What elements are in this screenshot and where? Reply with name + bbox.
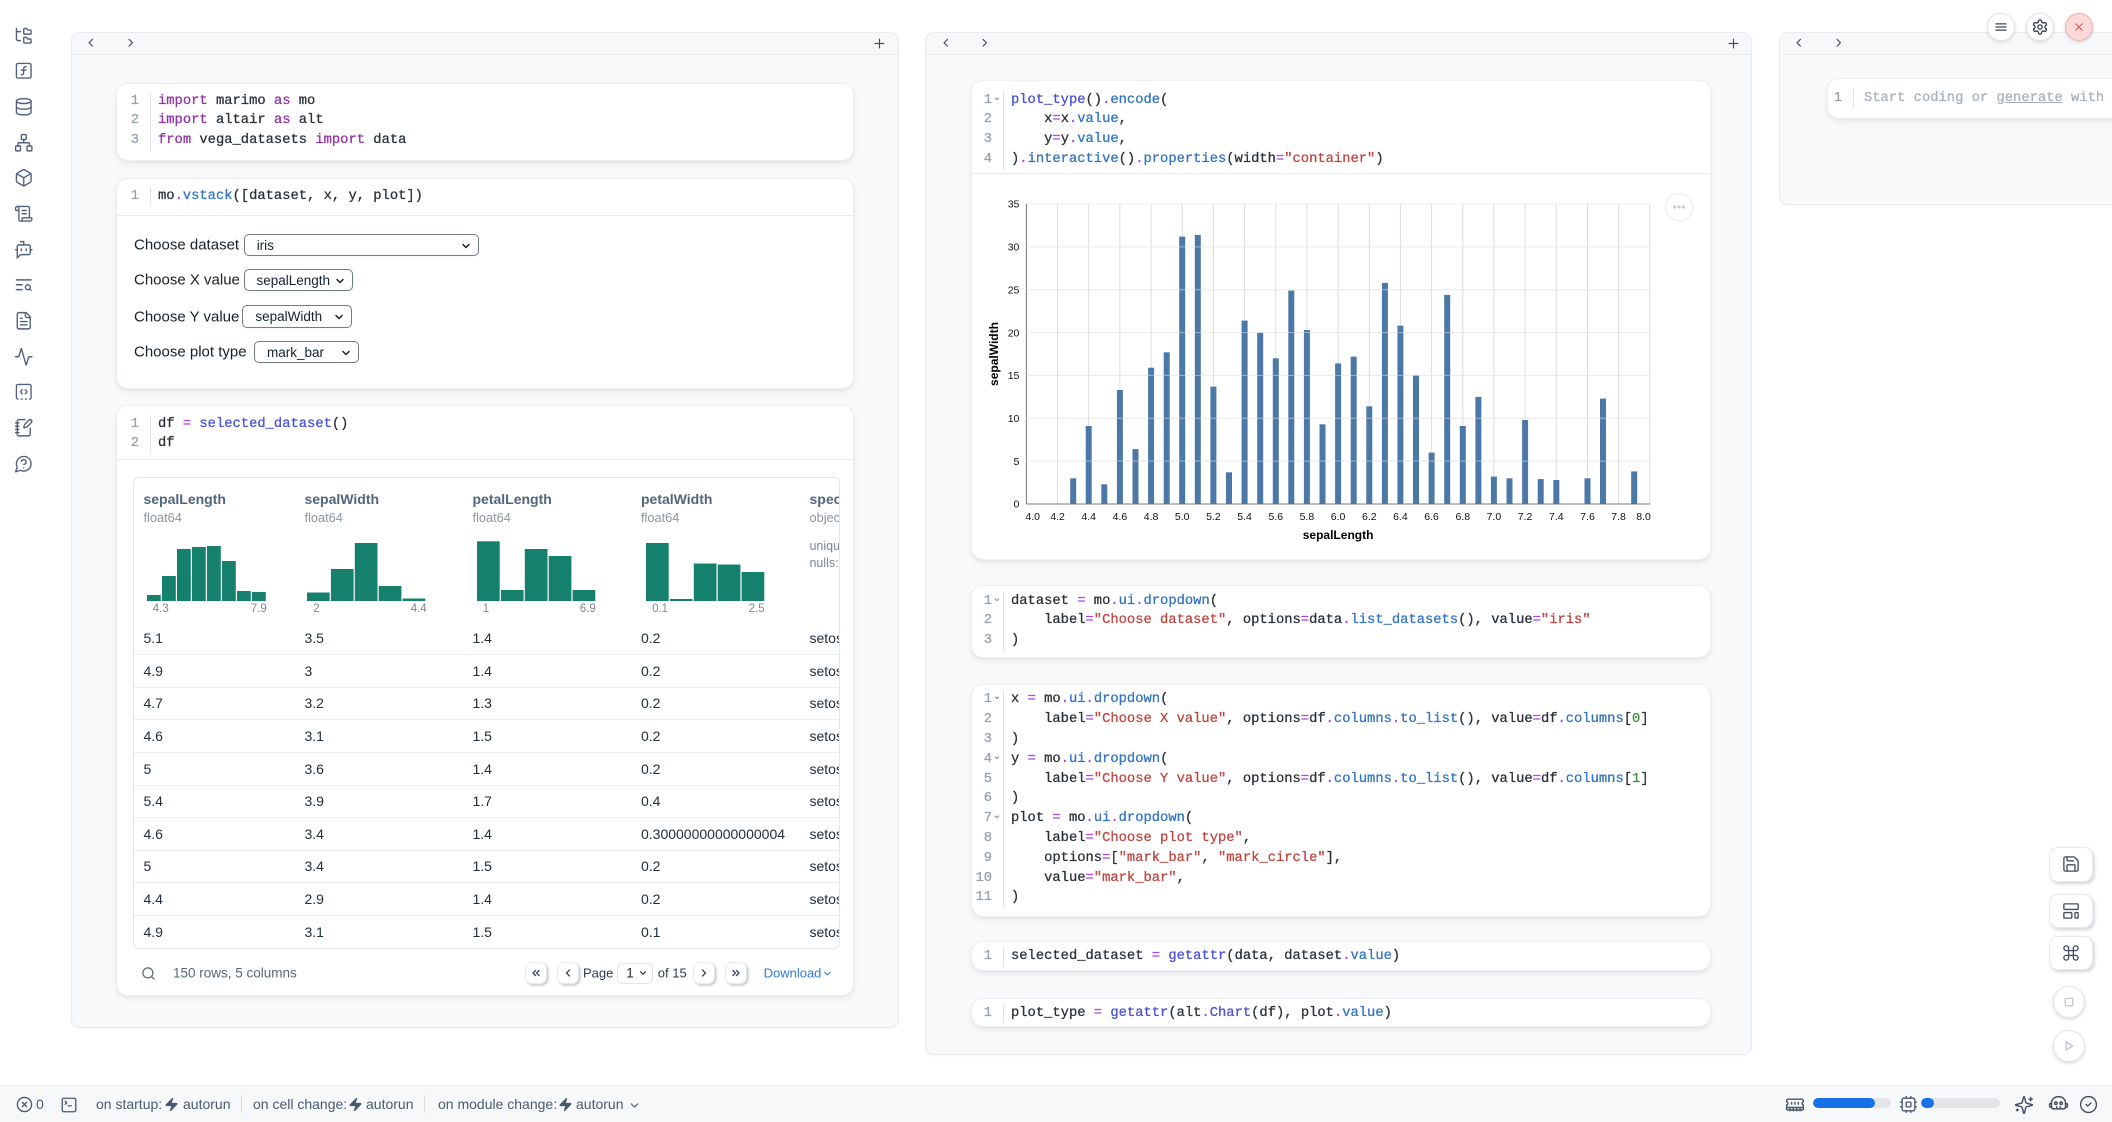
svg-text:8.0: 8.0 — [1636, 511, 1651, 523]
svg-text:sepalWidth: sepalWidth — [987, 322, 1001, 386]
svg-text:10: 10 — [1008, 413, 1020, 425]
svg-text:5.4: 5.4 — [1237, 511, 1252, 523]
svg-text:sepalLength: sepalLength — [1303, 528, 1374, 542]
svg-text:5.0: 5.0 — [1175, 511, 1190, 523]
svg-text:4.2: 4.2 — [1050, 511, 1065, 523]
svg-text:7.2: 7.2 — [1518, 511, 1533, 523]
svg-text:7.4: 7.4 — [1549, 511, 1564, 523]
svg-text:5.2: 5.2 — [1206, 511, 1221, 523]
svg-text:4.4: 4.4 — [1081, 511, 1096, 523]
svg-text:7.8: 7.8 — [1611, 511, 1626, 523]
svg-text:7.0: 7.0 — [1487, 511, 1502, 523]
svg-text:5: 5 — [1014, 455, 1020, 467]
svg-text:7.6: 7.6 — [1580, 511, 1595, 523]
svg-text:15: 15 — [1008, 370, 1020, 382]
svg-text:6.6: 6.6 — [1424, 511, 1439, 523]
svg-text:30: 30 — [1008, 241, 1020, 253]
svg-text:6.2: 6.2 — [1362, 511, 1377, 523]
svg-text:4.8: 4.8 — [1144, 511, 1159, 523]
svg-text:20: 20 — [1008, 327, 1020, 339]
svg-text:6.0: 6.0 — [1331, 511, 1346, 523]
svg-text:5.8: 5.8 — [1300, 511, 1315, 523]
svg-text:4.0: 4.0 — [1025, 511, 1040, 523]
svg-text:0: 0 — [1014, 498, 1020, 510]
svg-text:25: 25 — [1008, 284, 1020, 296]
svg-text:6.8: 6.8 — [1455, 511, 1470, 523]
svg-text:6.4: 6.4 — [1393, 511, 1408, 523]
svg-text:35: 35 — [1008, 198, 1020, 210]
svg-text:4.6: 4.6 — [1113, 511, 1128, 523]
svg-text:5.6: 5.6 — [1268, 511, 1283, 523]
